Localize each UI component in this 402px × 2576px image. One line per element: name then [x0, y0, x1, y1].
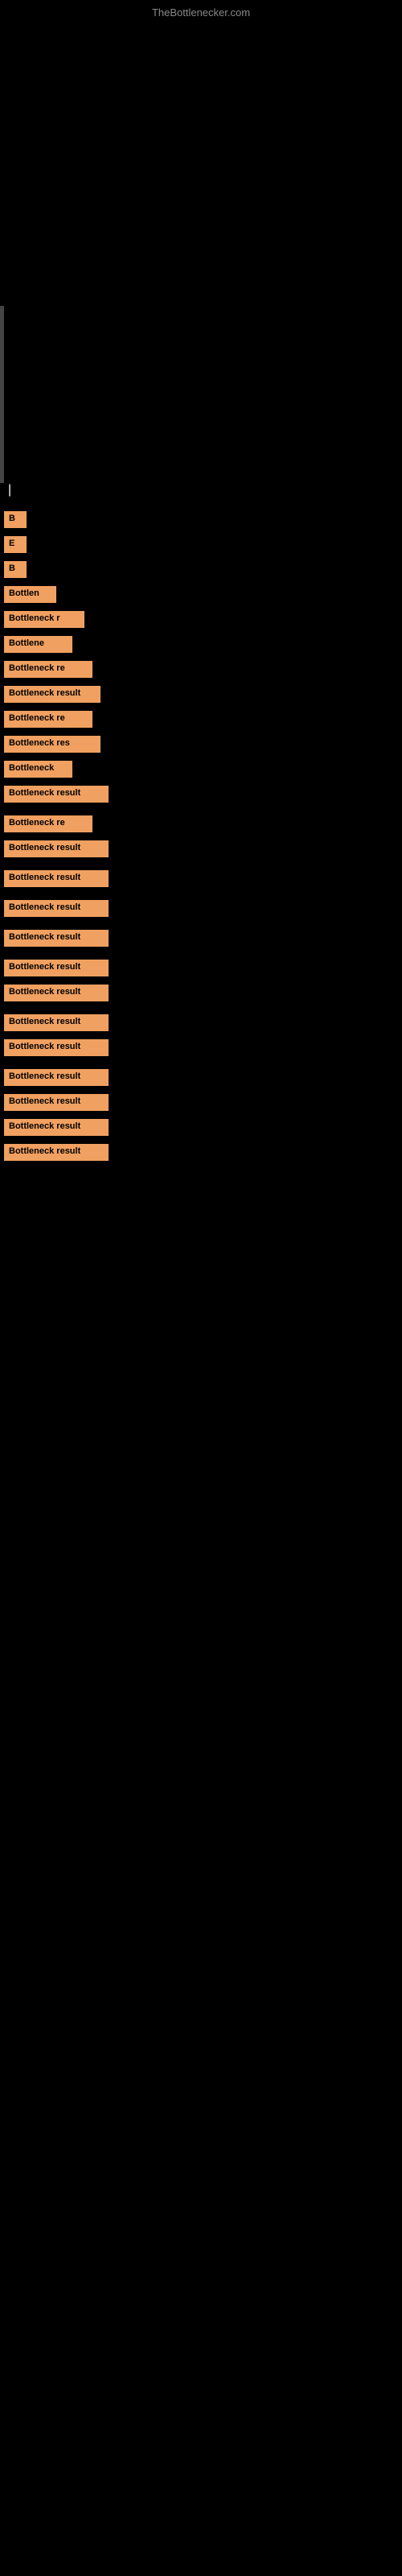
bottleneck-badge: Bottleneck result [4, 1039, 109, 1056]
list-item: Bottleneck [0, 759, 402, 779]
bottleneck-badge: Bottleneck result [4, 786, 109, 803]
list-item: Bottleneck result [0, 869, 402, 889]
bottleneck-badge: Bottleneck [4, 761, 72, 778]
bottleneck-badge: Bottleneck re [4, 815, 92, 832]
bottleneck-badge: Bottlen [4, 586, 56, 603]
list-item: B [0, 510, 402, 530]
bottleneck-badge: Bottleneck result [4, 900, 109, 917]
bottleneck-badge: Bottleneck result [4, 1069, 109, 1086]
list-item: Bottleneck result [0, 839, 402, 859]
bottleneck-badge: Bottleneck result [4, 686, 100, 703]
bottleneck-items-area: BEB Bottlen Bottleneck r Bottlene Bottleneck… [0, 502, 402, 1162]
bottleneck-badge: E [4, 536, 27, 553]
list-item: Bottleneck result [0, 928, 402, 948]
bottleneck-badge: Bottleneck re [4, 711, 92, 728]
list-item: Bottleneck r [0, 609, 402, 630]
bottleneck-badge: Bottleneck result [4, 1144, 109, 1161]
bottleneck-badge: Bottleneck res [4, 736, 100, 753]
bottleneck-badge: Bottleneck result [4, 1014, 109, 1031]
list-item: Bottleneck result [0, 784, 402, 804]
bottleneck-badge: Bottlene [4, 636, 72, 653]
list-item: Bottleneck result [0, 1067, 402, 1088]
bottleneck-badge: Bottleneck result [4, 1094, 109, 1111]
site-title: TheBottlenecker.com [152, 6, 250, 19]
list-item: Bottleneck res [0, 734, 402, 754]
list-item: Bottlene [0, 634, 402, 654]
list-item: Bottleneck result [0, 958, 402, 978]
list-item: Bottleneck result [0, 1013, 402, 1033]
list-item: Bottleneck result [0, 1092, 402, 1113]
list-item: Bottleneck re [0, 659, 402, 679]
list-item: Bottleneck re [0, 814, 402, 834]
bottleneck-badge: Bottleneck result [4, 840, 109, 857]
list-item: Bottleneck result [0, 1142, 402, 1162]
list-item: Bottleneck result [0, 898, 402, 919]
list-item: Bottlen [0, 584, 402, 605]
top-black-area [0, 0, 402, 467]
list-item: Bottleneck result [0, 1038, 402, 1058]
bottleneck-badge: Bottleneck result [4, 960, 109, 976]
list-item: Bottleneck result [0, 684, 402, 704]
list-item: Bottleneck result [0, 1117, 402, 1137]
vertical-bar [0, 306, 4, 483]
bottleneck-badge: Bottleneck result [4, 870, 109, 887]
bottleneck-badge: B [4, 561, 27, 578]
bottleneck-badge: Bottleneck result [4, 930, 109, 947]
bottleneck-badge: Bottleneck re [4, 661, 92, 678]
list-item: B [0, 559, 402, 580]
list-item: E [0, 535, 402, 555]
bottleneck-badge: Bottleneck result [4, 1119, 109, 1136]
bottleneck-badge: Bottleneck result [4, 985, 109, 1001]
section-label: | [0, 467, 402, 502]
bottleneck-badge: B [4, 511, 27, 528]
list-item: Bottleneck result [0, 983, 402, 1003]
list-item: Bottleneck re [0, 709, 402, 729]
bottleneck-badge: Bottleneck r [4, 611, 84, 628]
